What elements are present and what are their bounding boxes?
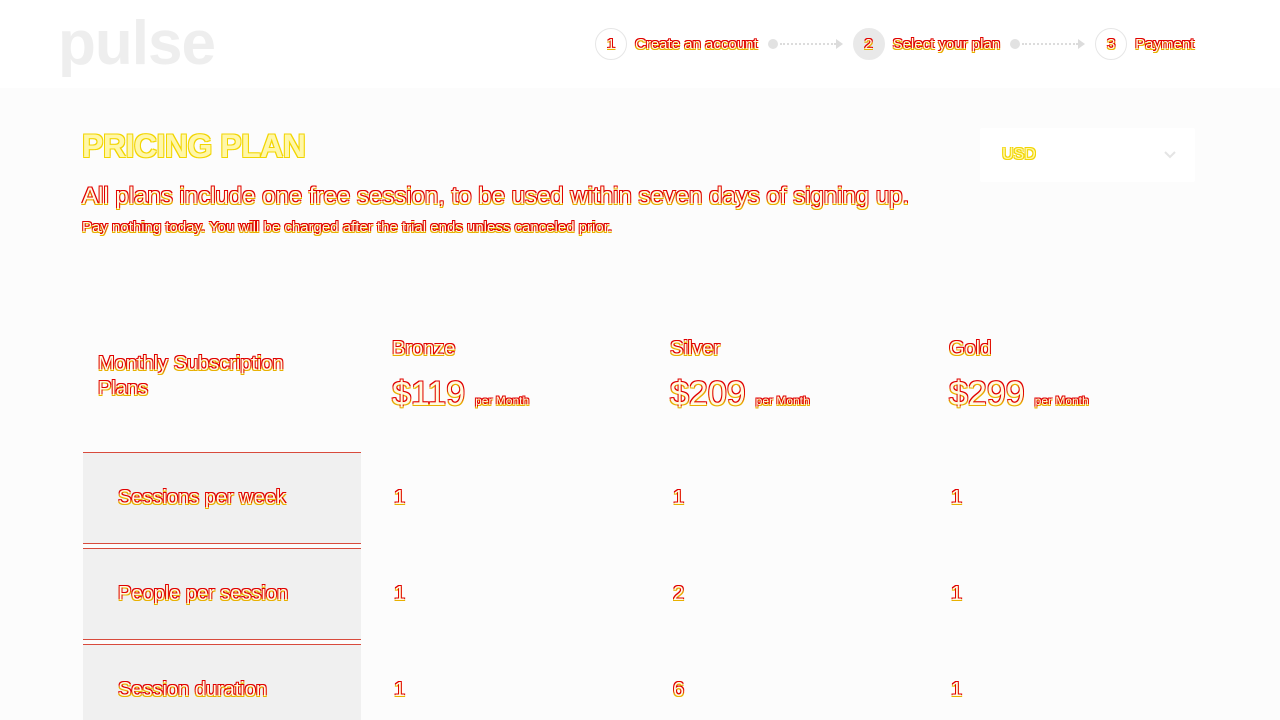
plan-gold[interactable]: Gold $299 per Month [949, 338, 1209, 414]
plan-period: per Month [1034, 394, 1089, 408]
top-header: pulse 1 Create an account 2 Select your … [0, 0, 1280, 88]
step-number: 3 [1095, 28, 1128, 60]
table-cell: 1 [394, 678, 406, 701]
chevron-down-icon [1163, 150, 1177, 160]
arrow-right-icon [1078, 39, 1086, 49]
step-label: Payment [1135, 35, 1195, 53]
connector-dot [767, 39, 778, 49]
connector-dot [1010, 39, 1021, 49]
step-connector [1010, 39, 1086, 49]
plan-price-row: $209 per Month [670, 375, 930, 414]
plan-price: $209 [670, 375, 746, 413]
arrow-right-icon [835, 39, 843, 49]
plan-silver[interactable]: Silver $209 per Month [670, 338, 930, 414]
currency-value: USD [1002, 146, 1036, 163]
page-subtitle: All plans include one free session, to b… [82, 183, 910, 210]
plan-name: Gold [949, 338, 992, 360]
step-label: Create an account [635, 35, 758, 53]
step-number: 2 [852, 28, 885, 60]
row-label-people-per-session: People per session [83, 548, 361, 640]
plan-bronze[interactable]: Bronze $119 per Month [392, 338, 652, 414]
step-payment[interactable]: 3 Payment [1095, 28, 1194, 60]
billing-note: Pay nothing today. You will be charged a… [82, 219, 613, 236]
plan-price-row: $119 per Month [392, 375, 652, 414]
step-create-account[interactable]: 1 Create an account [595, 28, 758, 60]
plan-name: Bronze [392, 338, 456, 360]
step-number: 1 [595, 28, 627, 60]
plan-period: per Month [475, 394, 530, 408]
plan-name: Silver [670, 338, 721, 360]
connector-dash [1022, 43, 1079, 45]
table-cell: 1 [951, 582, 963, 605]
step-connector [767, 39, 843, 49]
pulse-logo[interactable]: pulse [58, 8, 216, 79]
plan-period: per Month [755, 394, 810, 408]
table-cell: 1 [951, 678, 963, 701]
row-label-sessions-per-week: Sessions per week [83, 452, 361, 544]
row-label-session-duration: Session duration [83, 644, 361, 720]
plans-header-label: Monthly Subscription Plans [98, 353, 284, 400]
table-cell: 1 [394, 582, 406, 605]
page-title: PRICING PLAN [82, 128, 306, 164]
table-cell: 1 [673, 486, 685, 509]
signup-stepper: 1 Create an account 2 Select your plan 3… [595, 28, 1194, 60]
step-select-plan[interactable]: 2 Select your plan [852, 28, 1001, 60]
step-label: Select your plan [892, 35, 1001, 53]
connector-dash [779, 43, 836, 45]
plan-price: $119 [392, 375, 466, 413]
table-cell: 1 [951, 486, 963, 509]
table-cell: 1 [394, 486, 406, 509]
table-cell: 6 [673, 678, 685, 701]
plan-price-row: $299 per Month [949, 375, 1209, 414]
table-cell: 2 [673, 582, 685, 605]
currency-select[interactable]: USD [980, 128, 1195, 182]
plan-price: $299 [949, 375, 1025, 413]
